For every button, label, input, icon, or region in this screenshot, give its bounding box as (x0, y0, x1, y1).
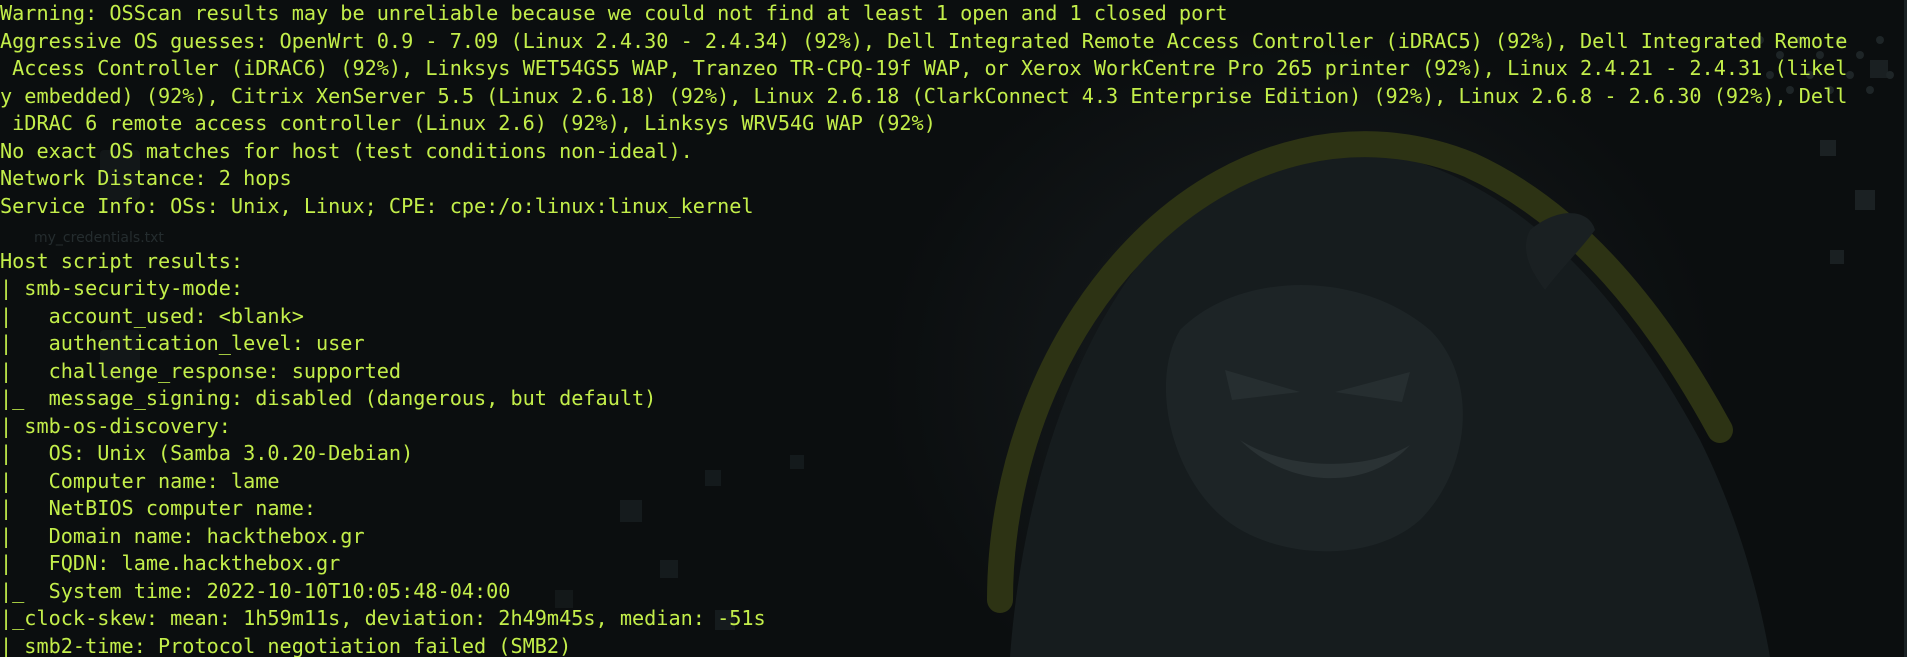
terminal-line: |_clock-skew: mean: 1h59m11s, deviation:… (0, 606, 766, 630)
terminal-line: | OS: Unix (Samba 3.0.20-Debian) (0, 441, 414, 465)
terminal-line: | Domain name: hackthebox.gr (0, 523, 365, 548)
terminal-window[interactable]: my_credentials.txt Warning: OSScan resul… (0, 0, 1907, 657)
terminal-output[interactable]: Warning: OSScan results may be unreliabl… (0, 0, 1907, 657)
terminal-line: | challenge_response: supported (0, 358, 402, 383)
terminal-line: y embedded) (92%), Citrix XenServer 5.5 … (0, 83, 1848, 108)
terminal-line: |_ System time: 2022-10-10T10:05:48-04:0… (0, 578, 511, 603)
terminal-line: Aggressive OS guesses: OpenWrt 0.9 - 7.0… (0, 28, 1848, 53)
terminal-line: | FQDN: lame.hackthebox.gr (0, 551, 341, 575)
terminal-line: Network Distance: 2 hops (0, 166, 292, 190)
terminal-line: | account_used: <blank> (0, 303, 304, 328)
terminal-line: |_ message_signing: disabled (dangerous,… (0, 386, 657, 410)
terminal-line: | smb-security-mode: (0, 276, 244, 300)
terminal-line: | Computer name: lame (0, 468, 280, 493)
terminal-line: Host script results: (0, 248, 244, 273)
terminal-line: |_smb2-time: Protocol negotiation failed… (0, 633, 572, 657)
terminal-line: | NetBIOS computer name: (0, 496, 329, 520)
terminal-line: | authentication_level: user (0, 331, 365, 355)
terminal-line: iDRAC 6 remote access controller (Linux … (0, 111, 936, 135)
terminal-line: Service Info: OSs: Unix, Linux; CPE: cpe… (0, 193, 754, 218)
terminal-line: Access Controller (iDRAC6) (92%), Linksy… (0, 56, 1848, 80)
terminal-line: No exact OS matches for host (test condi… (0, 138, 693, 163)
terminal-line: Warning: OSScan results may be unreliabl… (0, 1, 1228, 25)
terminal-line: | smb-os-discovery: (0, 413, 231, 438)
